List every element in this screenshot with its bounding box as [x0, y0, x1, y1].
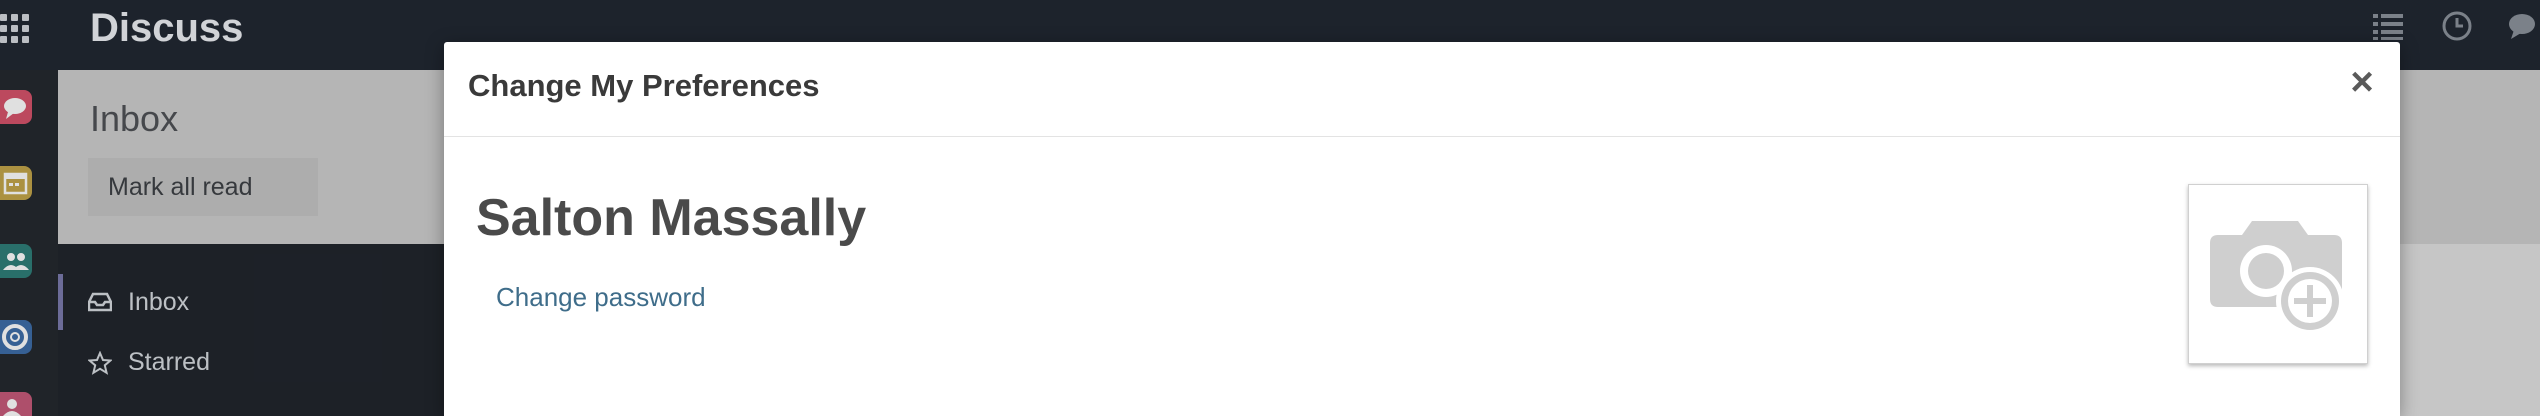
user-name: Salton Massally: [476, 189, 867, 247]
camera-plus-icon: [2210, 221, 2344, 335]
modal-header: Change My Preferences ×: [444, 42, 2400, 137]
modal-title: Change My Preferences: [468, 68, 820, 103]
preferences-modal: Change My Preferences × Salton Massally …: [444, 42, 2400, 416]
change-password-link[interactable]: Change password: [496, 282, 706, 313]
close-icon[interactable]: ×: [2340, 60, 2384, 104]
avatar-upload[interactable]: [2188, 184, 2368, 364]
